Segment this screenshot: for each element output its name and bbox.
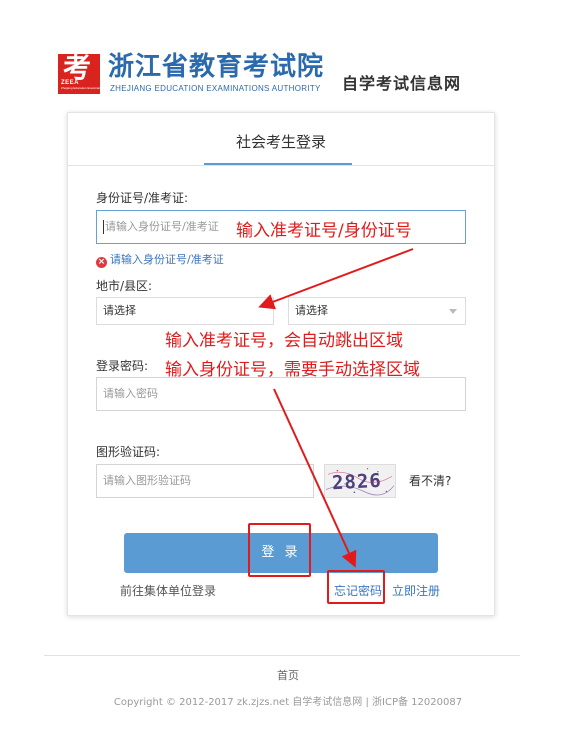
captcha-input[interactable]: 请输入图形验证码 (96, 464, 314, 498)
copyright-text: Copyright © 2012-2017 zk.zjzs.net 自学考试信息… (113, 697, 463, 708)
footer-divider (44, 655, 520, 656)
region-label: 地市/县区: (96, 279, 153, 293)
zeea-logo: 考 ZEEA Zhejiang Education Examinations A… (58, 52, 118, 94)
annotation-input-note: 输入准考证号/身份证号 (236, 221, 412, 241)
text-caret (103, 220, 104, 234)
captcha-text: 2826 (331, 469, 383, 495)
annotation-box-login (248, 523, 311, 577)
active-tab-underline (204, 163, 352, 165)
city-select[interactable]: 请选择 (96, 297, 274, 325)
login-title: 社会考生登录 (235, 133, 326, 151)
captcha-label: 图形验证码: (96, 445, 161, 459)
register-link[interactable]: 立即注册 (392, 582, 440, 599)
captcha-image[interactable]: 2826 (324, 464, 396, 498)
refresh-captcha-link[interactable]: 看不清? (409, 472, 451, 489)
id-placeholder: 请输入身份证号/准考证 (105, 220, 219, 233)
id-error-message: × 请输入身份证号/准考证 (96, 251, 224, 268)
group-login-link[interactable]: 前往集体单位登录 (120, 582, 216, 599)
annotation-line-2: 输入身份证号，需要手动选择区域 (165, 360, 420, 380)
annotation-line-1: 输入准考证号，会自动跳出区域 (165, 331, 403, 351)
county-select-value: 请选择 (295, 304, 328, 317)
org-name-en: ZHEJIANG EDUCATION EXAMINATIONS AUTHORIT… (110, 84, 321, 93)
title-divider (68, 165, 494, 166)
password-placeholder: 请输入密码 (103, 387, 158, 400)
password-label: 登录密码: (96, 359, 149, 373)
org-name-cn: 浙江省教育考试院 (108, 52, 325, 82)
captcha-placeholder: 请输入图形验证码 (103, 474, 191, 487)
password-input[interactable]: 请输入密码 (96, 377, 466, 411)
id-label: 身份证号/准考证: (96, 191, 189, 205)
chevron-down-icon (449, 309, 457, 314)
error-icon: × (96, 257, 107, 268)
id-error-text: 请输入身份证号/准考证 (110, 253, 224, 266)
home-link[interactable]: 首页 (0, 667, 576, 683)
annotation-box-forgot (327, 570, 385, 604)
site-name: 自学考试信息网 (342, 74, 462, 93)
city-select-value: 请选择 (103, 304, 136, 317)
site-header: 考 ZEEA Zhejiang Education Examinations A… (58, 52, 528, 98)
county-select[interactable]: 请选择 (288, 297, 466, 325)
